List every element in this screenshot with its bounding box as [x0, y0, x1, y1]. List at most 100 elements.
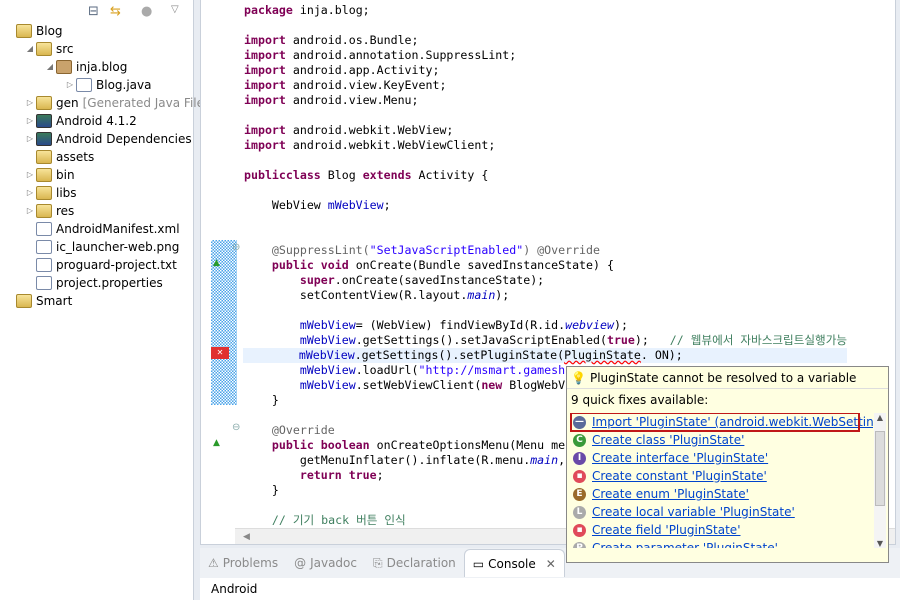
- tab-problems[interactable]: ⚠ Problems: [200, 549, 286, 577]
- code-token: @Override: [244, 423, 335, 437]
- code-line[interactable]: publicclass Blog extends Activity {: [244, 168, 847, 183]
- collapse-all-icon[interactable]: ⊟: [88, 4, 99, 19]
- quick-fix-link[interactable]: Create local variable 'PluginState': [592, 505, 795, 519]
- quick-fix-item[interactable]: E Create enum 'PluginState': [567, 485, 873, 503]
- code-line[interactable]: import android.os.Bundle;: [244, 33, 847, 48]
- code-token: public: [244, 168, 286, 182]
- tree-item[interactable]: ▷ Blog.java: [64, 76, 151, 94]
- quick-fix-scrollbar[interactable]: ▲ ▼: [874, 413, 886, 548]
- code-line[interactable]: import android.app.Activity;: [244, 63, 847, 78]
- tab-console[interactable]: ▭ Console ✕: [463, 549, 565, 577]
- tree-item[interactable]: ▷ libs: [24, 184, 77, 202]
- expand-toggle-icon[interactable]: ◢: [44, 58, 56, 76]
- expand-toggle-icon[interactable]: ▷: [24, 130, 36, 148]
- code-line[interactable]: [244, 228, 847, 243]
- quick-fix-link[interactable]: Import 'PluginState' (android.webkit.Web…: [592, 415, 873, 429]
- tree-item[interactable]: ◢ inja.blog: [44, 58, 127, 76]
- tab-javadoc[interactable]: @ Javadoc: [286, 549, 365, 577]
- quick-fix-item[interactable]: C Create class 'PluginState': [567, 431, 873, 449]
- tree-item[interactable]: ▷ gen [Generated Java Files]: [24, 94, 215, 112]
- quick-fix-item[interactable]: L Create local variable 'PluginState': [567, 503, 873, 521]
- code-token: return true: [244, 468, 377, 482]
- tree-item[interactable]: Smart: [4, 292, 72, 310]
- quick-fix-link[interactable]: Create constant 'PluginState': [592, 469, 767, 483]
- code-line[interactable]: [244, 108, 847, 123]
- code-line[interactable]: mWebView.getSettings().setPluginState(Pl…: [243, 348, 848, 363]
- code-token: mWebView: [244, 363, 356, 377]
- tree-item[interactable]: assets: [24, 148, 94, 166]
- tree-item[interactable]: ◢ src: [24, 40, 74, 58]
- code-line[interactable]: [244, 213, 847, 228]
- quick-fix-item[interactable]: P Create parameter 'PluginState': [567, 539, 873, 548]
- code-line[interactable]: [244, 153, 847, 168]
- code-token: super: [244, 273, 335, 287]
- text-file-icon: [36, 276, 52, 290]
- code-token: PluginState: [564, 348, 641, 362]
- fold-toggle-icon[interactable]: ⊖: [232, 242, 240, 253]
- tree-item[interactable]: proguard-project.txt: [24, 256, 177, 274]
- link-with-editor-icon[interactable]: ⇆: [110, 4, 121, 19]
- tree-item[interactable]: Blog: [4, 22, 63, 40]
- code-line[interactable]: [244, 183, 847, 198]
- error-message: 💡 PluginState cannot be resolved to a va…: [567, 367, 888, 389]
- code-line[interactable]: import android.view.Menu;: [244, 93, 847, 108]
- code-line[interactable]: package inja.blog;: [244, 3, 847, 18]
- code-line[interactable]: import android.webkit.WebViewClient;: [244, 138, 847, 153]
- code-token: true: [606, 333, 635, 347]
- quick-fix-link[interactable]: Create interface 'PluginState': [592, 451, 768, 465]
- tree-item[interactable]: AndroidManifest.xml: [24, 220, 180, 238]
- code-line[interactable]: mWebView.getSettings().setJavaScriptEnab…: [244, 333, 847, 348]
- quick-fix-link[interactable]: Create enum 'PluginState': [592, 487, 749, 501]
- quick-fix-item[interactable]: — Import 'PluginState' (android.webkit.We…: [570, 413, 873, 432]
- quick-fix-item[interactable]: ▪ Create constant 'PluginState': [567, 467, 873, 485]
- expand-toggle-icon[interactable]: ▷: [24, 112, 36, 130]
- code-line[interactable]: mWebView= (WebView) findViewById(R.id.we…: [244, 318, 847, 333]
- interface-icon: I: [573, 451, 586, 465]
- close-icon[interactable]: ✕: [546, 557, 556, 571]
- code-line[interactable]: WebView mWebView;: [244, 198, 847, 213]
- quick-fix-count: 9 quick fixes available:: [571, 393, 709, 407]
- scroll-thumb[interactable]: [875, 431, 885, 506]
- code-token: ;: [383, 198, 391, 212]
- view-menu-icon[interactable]: ▽: [171, 4, 179, 15]
- expand-toggle-icon[interactable]: ▷: [24, 94, 36, 112]
- fold-toggle-icon[interactable]: ⊖: [232, 422, 240, 433]
- filter-icon[interactable]: ●: [141, 4, 152, 19]
- code-token: . ON);: [640, 348, 683, 362]
- quick-fix-link[interactable]: Create class 'PluginState': [592, 433, 744, 447]
- code-line[interactable]: super.onCreate(savedInstanceState);: [244, 273, 847, 288]
- code-token: android.app.Activity;: [292, 63, 440, 77]
- tree-item[interactable]: ▷ bin: [24, 166, 75, 184]
- expand-toggle-icon[interactable]: ◢: [24, 40, 36, 58]
- code-token: .getSettings().setPluginState(: [354, 348, 565, 362]
- expand-toggle-icon[interactable]: ▷: [64, 76, 76, 94]
- tree-item[interactable]: ▷ Android Dependencies: [24, 130, 192, 148]
- code-token: mWebView: [327, 198, 384, 212]
- expand-toggle-icon[interactable]: ▷: [24, 166, 36, 184]
- expand-toggle-icon[interactable]: ▷: [24, 202, 36, 220]
- code-line[interactable]: import android.view.KeyEvent;: [244, 78, 847, 93]
- code-line[interactable]: public void onCreate(Bundle savedInstanc…: [244, 258, 847, 273]
- tree-item-label: res: [56, 204, 75, 218]
- code-line[interactable]: [244, 18, 847, 33]
- code-line[interactable]: setContentView(R.layout.main);: [244, 288, 847, 303]
- expand-toggle-icon[interactable]: ▷: [24, 184, 36, 202]
- code-line[interactable]: @SuppressLint("SetJavaScriptEnabled") @O…: [244, 243, 847, 258]
- import-icon: —: [573, 415, 586, 429]
- tree-item[interactable]: ic_launcher-web.png: [24, 238, 179, 256]
- quick-fix-link[interactable]: Create parameter 'PluginState': [592, 541, 778, 548]
- code-token: Activity {: [418, 168, 489, 182]
- tree-item[interactable]: project.properties: [24, 274, 163, 292]
- tree-item[interactable]: ▷ Android 4.1.2: [24, 112, 137, 130]
- code-line[interactable]: import android.webkit.WebView;: [244, 123, 847, 138]
- tree-item-label: AndroidManifest.xml: [56, 222, 180, 236]
- tree-item[interactable]: ▷ res: [24, 202, 74, 220]
- quick-fix-item[interactable]: ▪ Create field 'PluginState': [567, 521, 873, 539]
- code-line[interactable]: import android.annotation.SuppressLint;: [244, 48, 847, 63]
- quick-fix-link[interactable]: Create field 'PluginState': [592, 523, 741, 537]
- library-icon: [36, 132, 52, 146]
- quick-fix-item[interactable]: I Create interface 'PluginState': [567, 449, 873, 467]
- error-quickfix-icon[interactable]: ✕: [211, 347, 229, 359]
- code-line[interactable]: [244, 303, 847, 318]
- tab-declaration[interactable]: ⎘ Declaration: [365, 549, 464, 577]
